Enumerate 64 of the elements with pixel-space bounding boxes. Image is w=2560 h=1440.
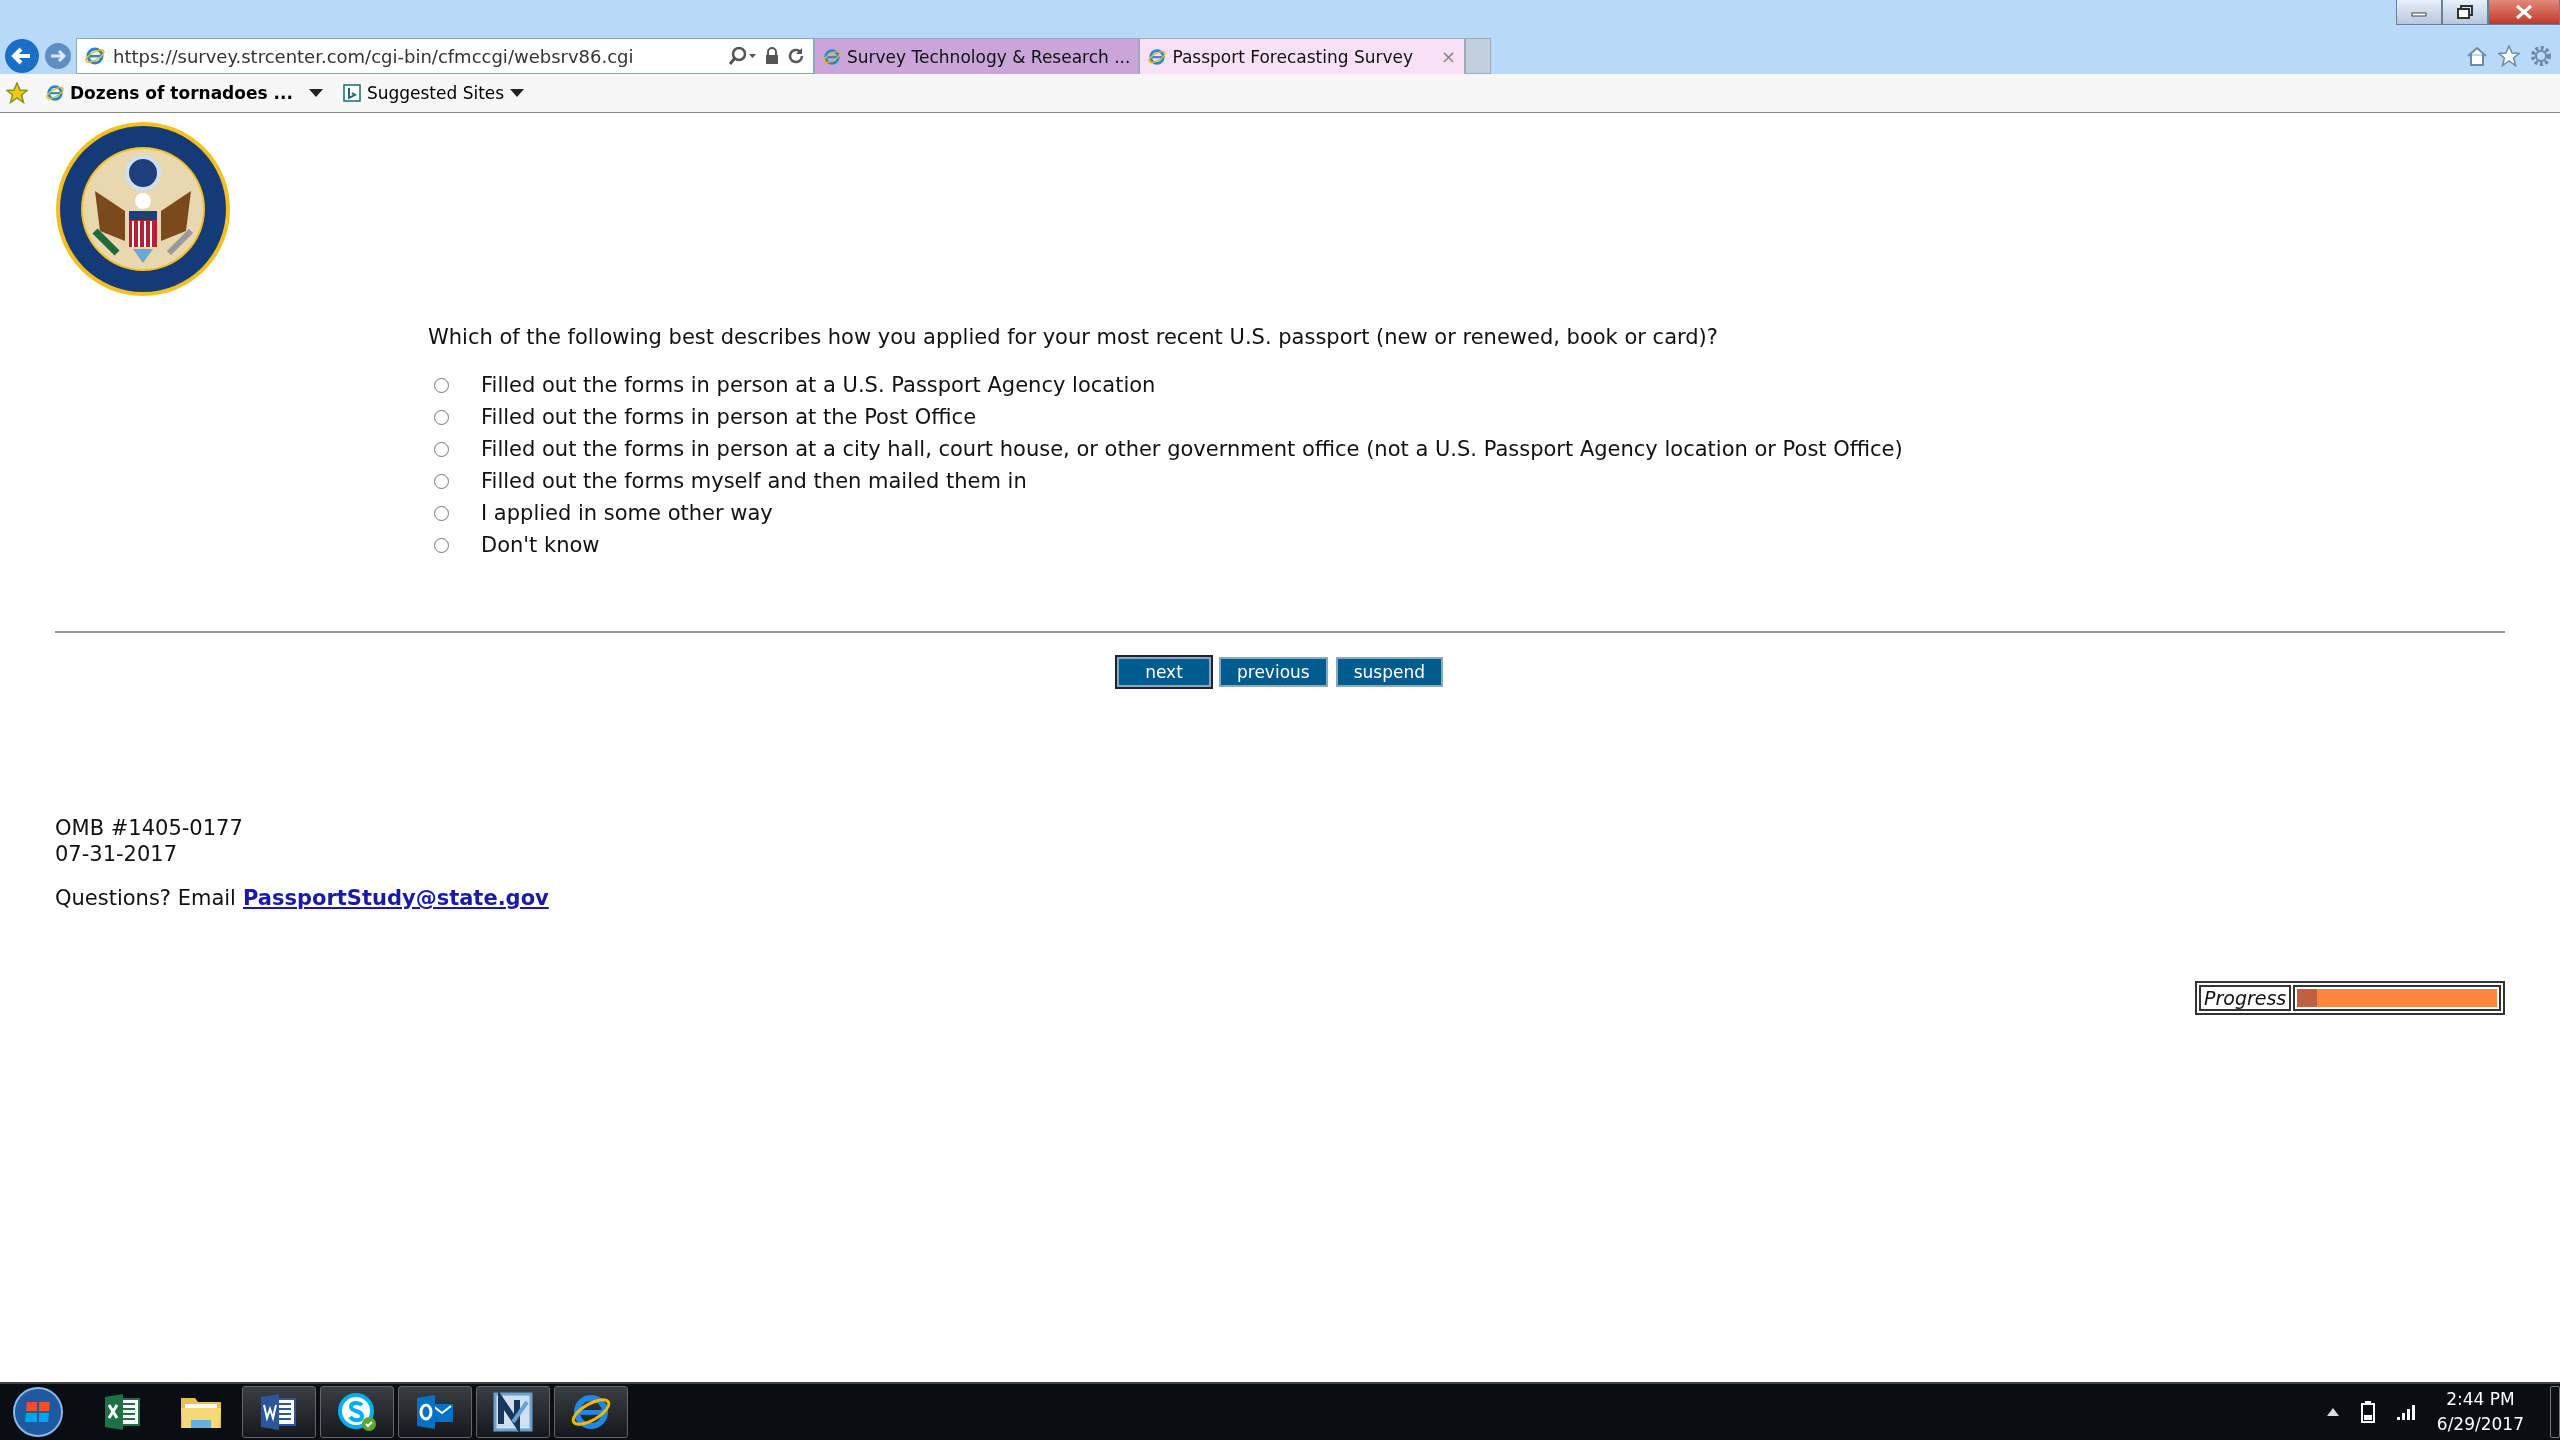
radio-button[interactable]	[434, 537, 449, 553]
favorites-star-icon[interactable]	[2498, 45, 2520, 67]
radio-button[interactable]	[434, 441, 449, 457]
refresh-icon[interactable]	[787, 47, 805, 65]
contact-label: Questions? Email	[55, 885, 236, 911]
minimize-button[interactable]	[2396, 0, 2442, 25]
close-button[interactable]	[2488, 0, 2560, 25]
nav-button[interactable]: suspend	[1335, 657, 1443, 687]
dropdown-arrow-icon[interactable]	[308, 88, 323, 98]
bing-icon	[342, 84, 361, 102]
taskbar-button[interactable]	[476, 1386, 550, 1438]
browser-app-icon[interactable]	[571, 1392, 611, 1432]
radio-button[interactable]	[434, 473, 449, 489]
question-text: Which of the following best describes how you applied for your most recent U.S. passport (new or renewed, book or card)?	[428, 325, 1719, 349]
option-label[interactable]: Filled out the forms in person at a city hall, court house, or other government office (not a U.S. Passport Agency location or Post Office)	[481, 437, 1903, 461]
browser-tab[interactable]: Passport Forecasting Survey ×	[1139, 38, 1466, 74]
back-button[interactable]	[4, 38, 40, 74]
forward-button[interactable]	[44, 42, 72, 70]
home-icon[interactable]	[2466, 45, 2488, 67]
option-label[interactable]: Don't know	[481, 533, 600, 557]
browser-logo-icon	[1148, 47, 1167, 66]
taskbar-button[interactable]	[242, 1386, 316, 1438]
taskbar-button[interactable]	[320, 1386, 394, 1438]
option-label[interactable]: Filled out the forms in person at the Post Office	[481, 405, 977, 429]
taskbar-button[interactable]	[398, 1386, 472, 1438]
omb-number: OMB #1405-0177	[55, 815, 244, 841]
radio-button[interactable]	[434, 409, 449, 425]
browser-logo-icon	[85, 46, 105, 66]
address-bar[interactable]: https://survey.strcenter.com/cgi-bin/cfmccgi/websrv86.cgi	[76, 38, 814, 74]
chat-app-icon[interactable]	[337, 1392, 377, 1432]
nav-button[interactable]: previous	[1219, 657, 1328, 687]
spreadsheet-app-icon[interactable]	[103, 1392, 143, 1432]
battery-icon[interactable]	[2360, 1401, 2375, 1423]
favorite-link[interactable]: Suggested Sites	[366, 83, 505, 103]
restore-icon	[2457, 5, 2473, 19]
browser-logo-icon	[823, 47, 841, 66]
browser-logo-icon	[46, 84, 64, 102]
favorites-star-icon[interactable]	[6, 82, 28, 104]
app-icon[interactable]	[493, 1392, 533, 1432]
lock-icon	[765, 47, 779, 65]
search-icon[interactable]	[727, 46, 757, 66]
progress-label: Progress	[2199, 985, 2292, 1011]
dropdown-arrow-icon[interactable]	[510, 88, 525, 98]
word-processor-app-icon[interactable]	[259, 1392, 299, 1432]
option-label[interactable]: Filled out the forms myself and then mailed them in	[481, 469, 1027, 493]
taskbar-button[interactable]	[554, 1386, 628, 1438]
browser-tab[interactable]: Survey Technology & Research ...	[814, 38, 1140, 74]
mail-app-icon[interactable]	[415, 1392, 455, 1432]
clock[interactable]: 2:44 PM 6/29/2017	[2436, 1387, 2524, 1437]
radio-button[interactable]	[434, 505, 449, 521]
show-desktop-button[interactable]	[2550, 1386, 2560, 1438]
option-label[interactable]: I applied in some other way	[481, 501, 773, 525]
nav-button[interactable]: next	[1117, 657, 1211, 687]
expiration-date: 07-31-2017	[55, 841, 179, 867]
close-icon	[2515, 4, 2533, 20]
radio-button[interactable]	[434, 377, 449, 393]
show-hidden-icons-icon[interactable]	[2326, 1408, 2339, 1416]
favorite-link[interactable]: Dozens of tornadoes ...	[70, 83, 293, 103]
start-button[interactable]	[10, 1386, 66, 1438]
signal-icon[interactable]	[2396, 1404, 2415, 1420]
url-text: https://survey.strcenter.com/cgi-bin/cfmccgi/websrv86.cgi	[113, 45, 635, 67]
email-link[interactable]: PassportStudy@state.gov	[242, 885, 549, 911]
option-label[interactable]: Filled out the forms in person at a U.S. Passport Agency location	[481, 373, 1156, 397]
restore-button[interactable]	[2442, 0, 2488, 25]
